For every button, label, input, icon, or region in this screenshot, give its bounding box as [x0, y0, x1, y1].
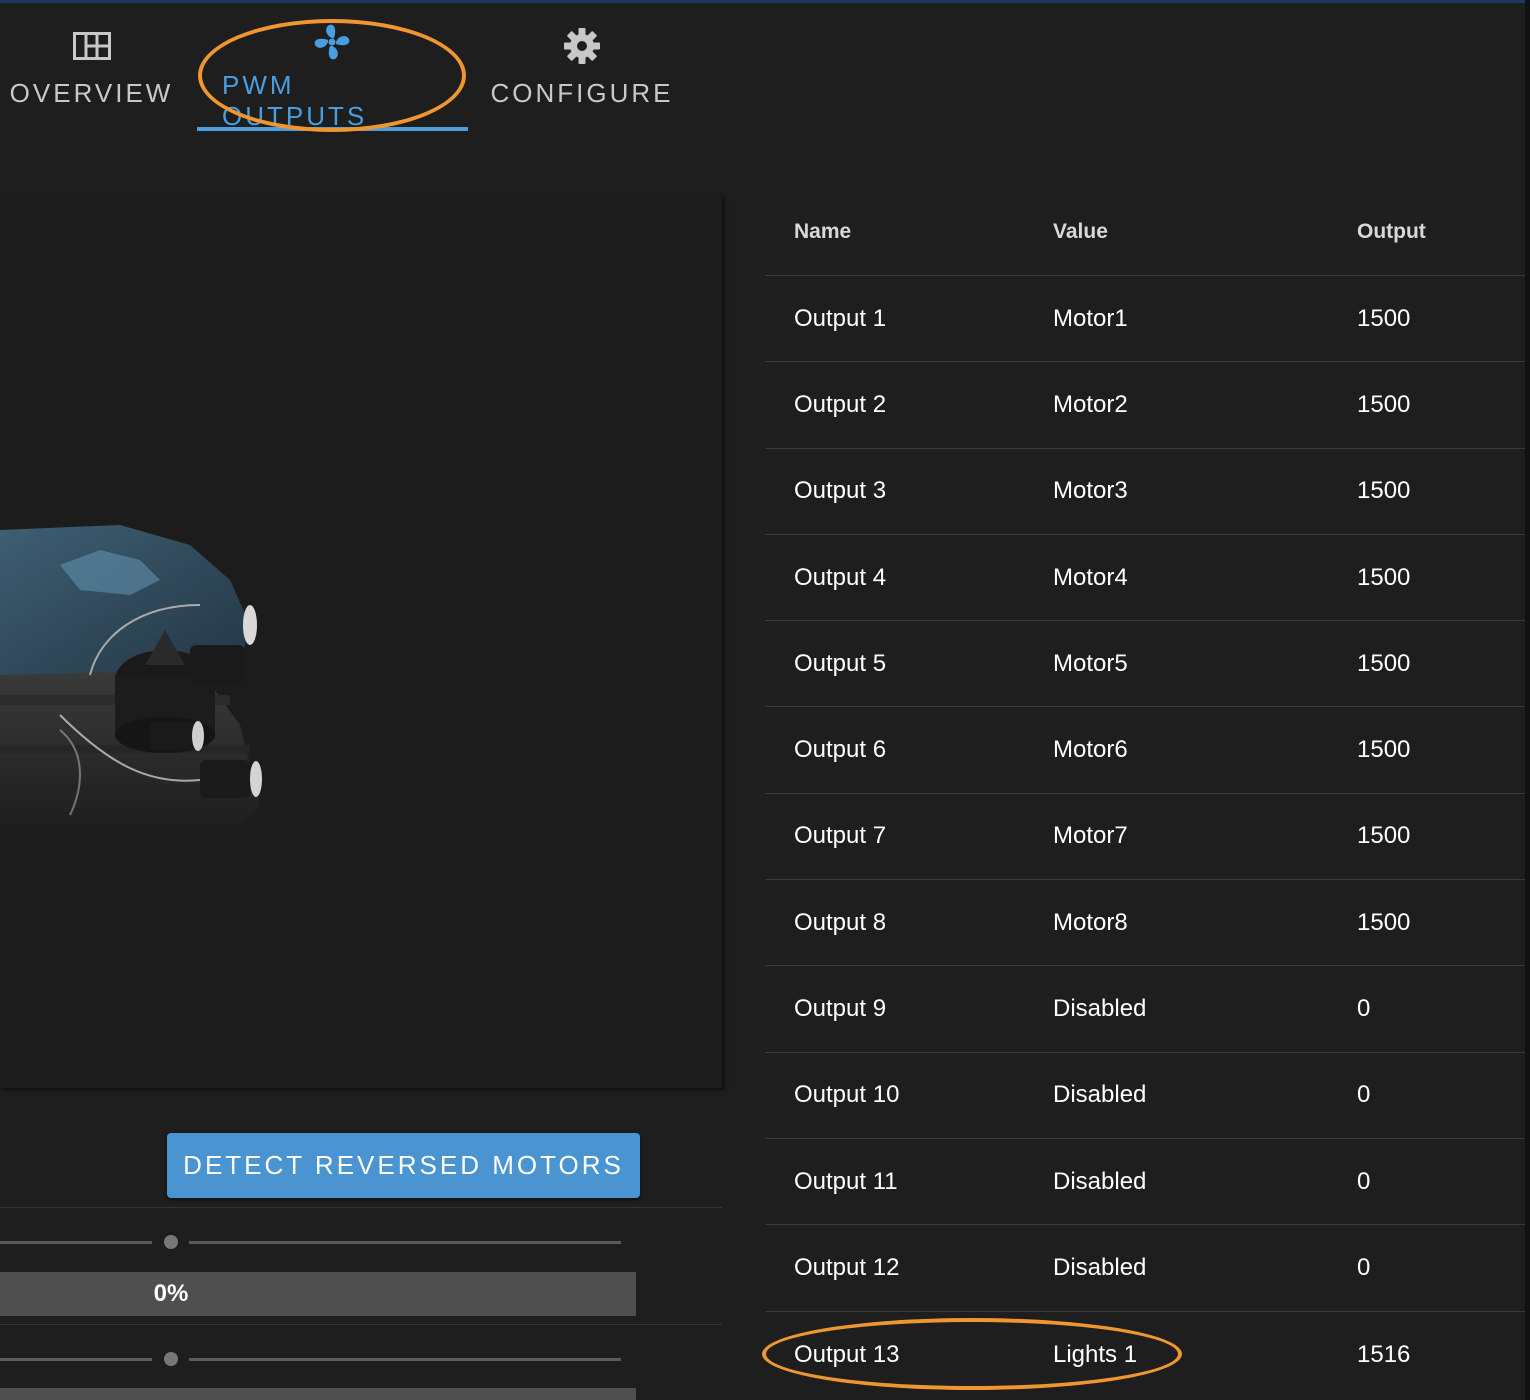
slider-thumb[interactable] [164, 1235, 178, 1249]
cell-name: Output 13 [794, 1340, 900, 1368]
table-row: Output 11 Disabled 0 [765, 1139, 1525, 1226]
divider [0, 1207, 722, 1208]
vehicle-model-image [0, 525, 262, 825]
cell-output: 1500 [1357, 908, 1411, 936]
table-row: Output 4 Motor4 1500 [765, 535, 1525, 622]
vehicle-viewer[interactable] [0, 195, 722, 1088]
cell-name: Output 1 [794, 304, 887, 332]
cell-output: 1500 [1357, 304, 1411, 332]
tab-pwm-outputs[interactable]: PWM OUTPUTS [222, 22, 442, 132]
cell-output: 1500 [1357, 649, 1411, 677]
cell-value: Motor6 [1053, 736, 1128, 764]
cell-output: 0 [1357, 995, 1371, 1023]
cell-output: 0 [1357, 1081, 1371, 1109]
detect-reversed-motors-button[interactable]: DETECT REVERSED MOTORS [167, 1133, 640, 1198]
gear-icon [562, 22, 602, 70]
tab-pwm-outputs-label: PWM OUTPUTS [222, 70, 368, 131]
cell-name: Output 6 [794, 736, 887, 764]
pwm-outputs-page: OVERVIEW PWM OUTPUTS CONFIGURE DETECT RE… [0, 0, 1530, 1400]
slider-track-left[interactable] [0, 1241, 152, 1244]
cell-value: Motor7 [1053, 822, 1128, 850]
cell-name: Output 2 [794, 390, 887, 418]
slider-track-right[interactable] [189, 1241, 621, 1244]
tab-overview[interactable]: OVERVIEW [10, 22, 170, 132]
cell-name: Output 7 [794, 822, 887, 850]
cell-name: Output 10 [794, 1081, 900, 1109]
cell-value: Motor3 [1053, 477, 1128, 505]
cell-output: 1500 [1357, 822, 1411, 850]
cell-value: Disabled [1053, 995, 1147, 1023]
progress-bar [0, 1388, 636, 1400]
cell-name: Output 4 [794, 563, 887, 591]
cell-output: 1500 [1357, 736, 1411, 764]
cell-output: 0 [1357, 1167, 1371, 1195]
cell-name: Output 12 [794, 1253, 900, 1281]
pwm-outputs-table: Name Value Output Output 1 Motor1 1500 O… [765, 189, 1525, 1398]
cell-name: Output 8 [794, 908, 887, 936]
tab-configure[interactable]: CONFIGURE [491, 22, 671, 132]
cell-output: 1500 [1357, 477, 1411, 505]
table-row: Output 12 Disabled 0 [765, 1225, 1525, 1312]
progress-bar: 0% [0, 1272, 636, 1316]
slider-track-right[interactable] [189, 1358, 621, 1361]
table-row: Output 5 Motor5 1500 [765, 621, 1525, 708]
cell-value: Motor2 [1053, 390, 1128, 418]
slider-thumb[interactable] [164, 1352, 178, 1366]
slider-track-left[interactable] [0, 1358, 152, 1361]
cell-value: Disabled [1053, 1167, 1147, 1195]
table-row: Output 7 Motor7 1500 [765, 794, 1525, 881]
table-row: Output 8 Motor8 1500 [765, 880, 1525, 967]
header-name: Name [794, 220, 852, 243]
cell-value: Motor8 [1053, 908, 1128, 936]
divider [0, 1324, 722, 1325]
table-row: Output 9 Disabled 0 [765, 966, 1525, 1053]
tab-overview-label: OVERVIEW [9, 78, 174, 108]
cell-output: 1516 [1357, 1340, 1411, 1368]
header-value: Value [1053, 220, 1108, 243]
cell-output: 1500 [1357, 563, 1411, 591]
tab-configure-label: CONFIGURE [490, 78, 674, 108]
table-header: Name Value Output [765, 189, 1525, 276]
cell-output: 0 [1357, 1253, 1371, 1281]
cell-value: Motor4 [1053, 563, 1128, 591]
cell-name: Output 11 [794, 1167, 898, 1195]
cell-value: Disabled [1053, 1081, 1147, 1109]
fan-icon [312, 22, 352, 62]
cell-name: Output 3 [794, 477, 887, 505]
table-row: Output 2 Motor2 1500 [765, 362, 1525, 449]
cell-value: Disabled [1053, 1253, 1147, 1281]
header-output: Output [1357, 220, 1426, 243]
window-edge [1525, 0, 1530, 1400]
active-tab-indicator [197, 127, 468, 131]
overview-grid-icon [72, 22, 111, 70]
table-row: Output 1 Motor1 1500 [765, 276, 1525, 363]
table-row: Output 6 Motor6 1500 [765, 707, 1525, 794]
table-row: Output 10 Disabled 0 [765, 1053, 1525, 1139]
table-row: Output 3 Motor3 1500 [765, 449, 1525, 535]
cell-value: Motor5 [1053, 649, 1128, 677]
top-border [0, 0, 1530, 3]
cell-value: Motor1 [1053, 304, 1128, 332]
cell-output: 1500 [1357, 390, 1411, 418]
cell-value: Lights 1 [1053, 1340, 1138, 1368]
cell-name: Output 9 [794, 995, 887, 1023]
cell-name: Output 5 [794, 649, 887, 677]
progress-label: 0% [153, 1280, 189, 1307]
table-row: Output 13 Lights 1 1516 [765, 1312, 1525, 1398]
